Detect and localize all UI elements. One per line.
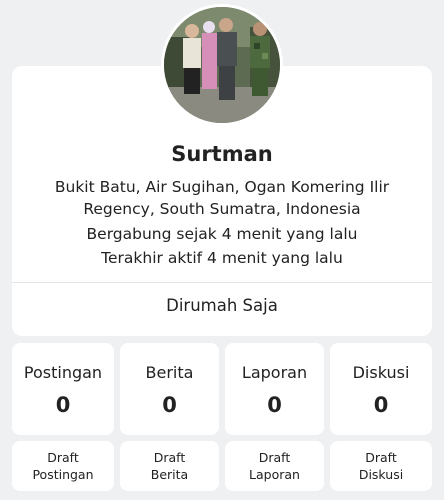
draft-postingan-button[interactable]: Draft Postingan <box>12 441 114 491</box>
draft-berita-button[interactable]: Draft Berita <box>120 441 219 491</box>
avatar-photo <box>164 7 280 123</box>
stat-label: Postingan <box>23 363 103 382</box>
draft-label: Draft Postingan <box>32 450 94 482</box>
stat-card-diskusi[interactable]: Diskusi 0 <box>330 343 432 435</box>
stat-label: Berita <box>145 363 194 382</box>
profile-name: Surtman <box>171 142 273 166</box>
stat-card-postingan[interactable]: Postingan 0 <box>12 343 114 435</box>
divider <box>12 282 432 283</box>
draft-label: Draft Berita <box>150 450 189 482</box>
stat-card-laporan[interactable]: Laporan 0 <box>225 343 324 435</box>
stat-value: 0 <box>267 393 282 417</box>
profile-status: Dirumah Saja <box>166 296 278 315</box>
draft-diskusi-button[interactable]: Draft Diskusi <box>330 441 432 491</box>
stat-value: 0 <box>162 393 177 417</box>
stat-label: Laporan <box>241 363 308 382</box>
draft-label: Draft Diskusi <box>358 450 404 482</box>
avatar[interactable] <box>161 4 283 126</box>
stat-label: Diskusi <box>352 363 410 382</box>
profile-location: Bukit Batu, Air Sugihan, Ogan Komering I… <box>54 178 390 218</box>
stat-value: 0 <box>373 393 389 417</box>
last-active-text: Terakhir aktif 4 menit yang lalu <box>101 249 343 267</box>
stat-value: 0 <box>55 393 71 417</box>
draft-label: Draft Laporan <box>249 450 300 482</box>
joined-text: Bergabung sejak 4 menit yang lalu <box>86 225 358 243</box>
draft-laporan-button[interactable]: Draft Laporan <box>225 441 324 491</box>
stat-card-berita[interactable]: Berita 0 <box>120 343 219 435</box>
